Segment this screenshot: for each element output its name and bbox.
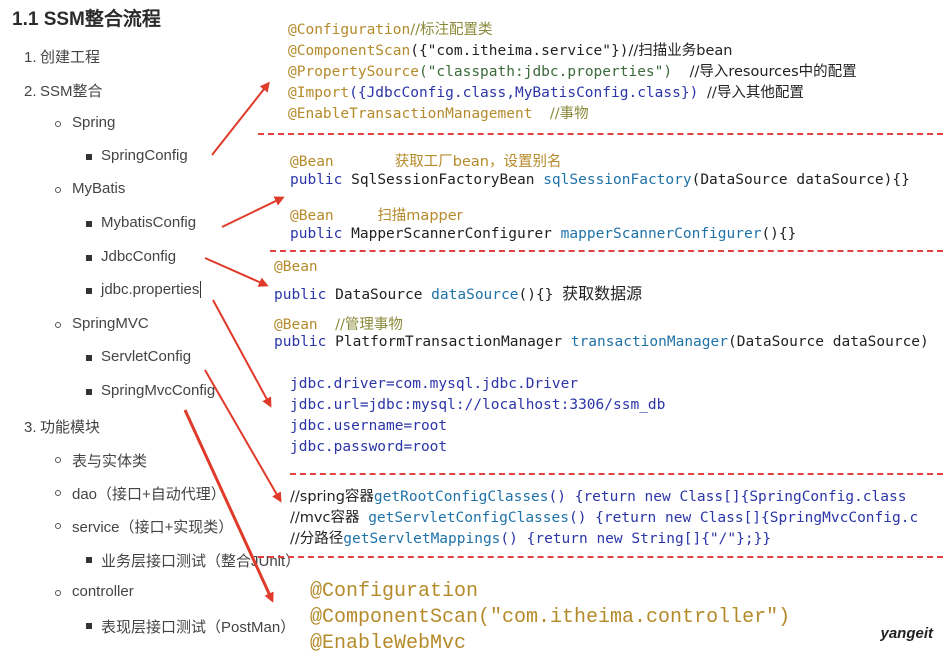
arrow-spring-config bbox=[211, 81, 270, 156]
arrow-jdbc-config bbox=[204, 257, 269, 287]
arrows-overlay bbox=[183, 81, 285, 603]
arrow-mybatis-config bbox=[221, 196, 285, 228]
arrow-jdbc-properties bbox=[212, 299, 272, 408]
arrow-springmvc-config bbox=[183, 409, 274, 603]
